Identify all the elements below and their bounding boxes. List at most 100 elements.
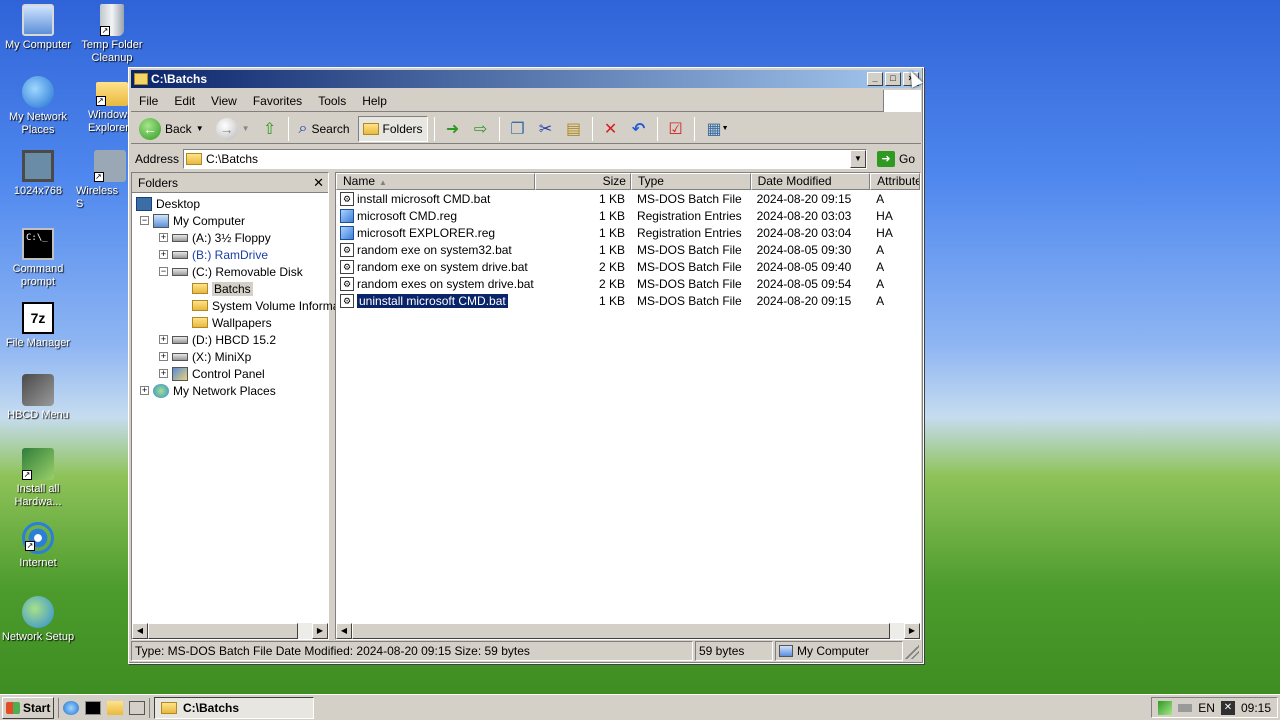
tree-item-desktop[interactable]: Desktop xyxy=(136,195,200,212)
address-dropdown[interactable]: ▼ xyxy=(849,150,866,168)
desktop-icon-internet[interactable]: ↗ Internet xyxy=(0,522,76,570)
title-bar[interactable]: C:\Batchs _ □ × xyxy=(131,70,921,88)
scroll-thumb[interactable] xyxy=(352,623,890,639)
collapse-icon[interactable]: − xyxy=(140,216,149,225)
desktop-icon-hbcd-menu[interactable]: HBCD Menu xyxy=(0,374,76,422)
toolbar-separator xyxy=(287,116,289,141)
expand-icon[interactable]: + xyxy=(159,352,168,361)
undo-button[interactable]: ↶ xyxy=(627,118,651,140)
file-row[interactable]: ⚙ random exe on system drive.bat 2 KB MS-DO… xyxy=(336,258,920,275)
minimize-button[interactable]: _ xyxy=(867,72,883,86)
views-button[interactable]: ▦ ▼ xyxy=(701,118,735,140)
clock[interactable]: 09:15 xyxy=(1241,701,1271,715)
tree-item-my-computer[interactable]: − My Computer xyxy=(140,212,245,229)
language-indicator[interactable]: EN xyxy=(1198,701,1215,715)
batch-file-icon: ⚙ xyxy=(340,259,354,274)
scroll-left-icon[interactable]: ◀ xyxy=(336,623,352,639)
scroll-right-icon[interactable]: ▶ xyxy=(312,623,328,639)
start-button[interactable]: Start xyxy=(2,696,54,719)
column-label: Date Modified xyxy=(757,174,832,188)
menu-edit[interactable]: Edit xyxy=(166,94,203,108)
tree-item-hbcd[interactable]: + (D:) HBCD 15.2 xyxy=(159,331,276,348)
properties-button[interactable]: ☑ xyxy=(664,118,688,140)
column-header-date-modified[interactable]: Date Modified xyxy=(750,173,871,190)
menu-tools[interactable]: Tools xyxy=(310,94,354,108)
internet-icon[interactable] xyxy=(63,700,79,715)
back-button[interactable]: ← Back ▼ xyxy=(135,116,208,142)
file-row[interactable]: microsoft EXPLORER.reg 1 KB Registration E… xyxy=(336,224,920,241)
tools-tray-icon[interactable]: ✕ xyxy=(1220,700,1235,715)
file-row[interactable]: ⚙ uninstall microsoft CMD.bat 1 KB MS-DOS B… xyxy=(336,292,920,309)
column-header-size[interactable]: Size xyxy=(535,173,631,190)
go-button[interactable]: ➜ Go xyxy=(871,151,921,167)
folders-horizontal-scrollbar[interactable]: ◀ ▶ xyxy=(132,623,328,639)
menu-view[interactable]: View xyxy=(203,94,245,108)
tree-label: System Volume Informati xyxy=(212,298,346,313)
desktop-icon-1024x768[interactable]: 1024x768 xyxy=(0,150,76,198)
desktop-icon-temp-folder-cleanup[interactable]: ↗ Temp Folder Cleanup xyxy=(74,4,150,65)
desktop-icon-wireless[interactable]: ↗ Wireless S xyxy=(72,150,128,211)
expand-icon[interactable]: + xyxy=(159,233,168,242)
column-header-name[interactable]: Name ▲ xyxy=(336,173,536,190)
tree-item-minixp[interactable]: + (X:) MiniXp xyxy=(159,348,251,365)
desktop-icon-file-manager[interactable]: 7z File Manager xyxy=(0,302,76,350)
tree-item-wallpapers[interactable]: Wallpapers xyxy=(192,314,272,331)
desktop-icon-my-computer[interactable]: My Computer xyxy=(0,4,76,52)
expand-icon[interactable]: + xyxy=(159,250,168,259)
desktop-icon-my-network-places[interactable]: My Network Places xyxy=(0,76,76,137)
file-row[interactable]: ⚙ random exe on system32.bat 1 KB MS-DOS Ba… xyxy=(336,241,920,258)
expand-icon[interactable]: + xyxy=(159,335,168,344)
tree-item-ramdrive[interactable]: + (B:) RamDrive xyxy=(159,246,268,263)
delete-button[interactable]: ✕ xyxy=(599,118,623,140)
expand-icon[interactable]: + xyxy=(140,386,149,395)
drive-tray-icon[interactable] xyxy=(1178,703,1193,712)
tree-item-batchs[interactable]: Batchs xyxy=(192,280,253,297)
maximize-button[interactable]: □ xyxy=(885,72,901,86)
up-folder-button[interactable]: ⇧ xyxy=(258,118,282,140)
file-row[interactable]: microsoft CMD.reg 1 KB Registration Entrie… xyxy=(336,207,920,224)
menu-file[interactable]: File xyxy=(131,94,166,108)
tree-item-floppy[interactable]: + (A:) 3½ Floppy xyxy=(159,229,271,246)
scroll-right-icon[interactable]: ▶ xyxy=(904,623,920,639)
chevron-down-icon[interactable]: ▼ xyxy=(242,124,250,133)
desktop-icon-windows-explorer[interactable]: ↗ Windows Explorer xyxy=(82,76,128,135)
menu-favorites[interactable]: Favorites xyxy=(245,94,310,108)
column-header-type[interactable]: Type xyxy=(630,173,751,190)
search-button[interactable]: ⌕ Search xyxy=(295,116,354,142)
tree-item-control-panel[interactable]: + Control Panel xyxy=(159,365,265,382)
cut-button[interactable]: ✂ xyxy=(534,118,558,140)
address-bar: Address C:\Batchs ▼ ➜ Go xyxy=(131,147,921,171)
close-icon[interactable]: ✕ xyxy=(313,175,324,191)
chevron-down-icon[interactable]: ▼ xyxy=(196,124,204,133)
show-desktop-icon[interactable] xyxy=(129,700,145,715)
desktop-icon-command-prompt[interactable]: C:\_ Command prompt xyxy=(0,228,76,289)
copy-button[interactable]: ❐ xyxy=(506,118,530,140)
tree-item-system-volume-information[interactable]: System Volume Informati xyxy=(192,297,345,314)
column-header-attributes[interactable]: Attributes xyxy=(870,173,920,190)
command-prompt-icon[interactable] xyxy=(85,700,101,715)
file-row[interactable]: ⚙ random exes on system drive.bat 2 KB MS-D… xyxy=(336,275,920,292)
forward-button[interactable]: → ▼ xyxy=(212,116,254,142)
paste-button[interactable]: ▤ xyxy=(562,118,586,140)
taskbar-button-explorer[interactable]: C:\Batchs xyxy=(154,696,314,719)
explorer-icon[interactable] xyxy=(107,700,123,715)
menu-help[interactable]: Help xyxy=(354,94,395,108)
file-attributes: A xyxy=(876,293,885,308)
desktop-icon-network-setup[interactable]: Network Setup xyxy=(0,596,76,644)
files-horizontal-scrollbar[interactable]: ◀ ▶ xyxy=(336,623,920,639)
tree-item-removable-disk[interactable]: − (C:) Removable Disk xyxy=(159,263,303,280)
move-to-button[interactable]: ➜ xyxy=(441,118,465,140)
address-input[interactable]: C:\Batchs ▼ xyxy=(183,149,867,169)
collapse-icon[interactable]: − xyxy=(159,267,168,276)
file-size: 1 KB xyxy=(598,242,625,257)
expand-icon[interactable]: + xyxy=(159,369,168,378)
network-tray-icon[interactable] xyxy=(1158,700,1173,715)
copy-to-button[interactable]: ⇨ xyxy=(469,118,493,140)
resize-grip[interactable] xyxy=(905,645,919,659)
scroll-left-icon[interactable]: ◀ xyxy=(132,623,148,639)
folders-button[interactable]: Folders xyxy=(357,115,428,142)
tree-item-my-network-places[interactable]: + My Network Places xyxy=(140,382,276,399)
desktop-icon-install-hardware[interactable]: ↗ Install all Hardwa... xyxy=(0,448,76,509)
file-row[interactable]: ⚙ install microsoft CMD.bat 1 KB MS-DOS Bat… xyxy=(336,190,920,207)
scroll-thumb[interactable] xyxy=(148,623,298,639)
